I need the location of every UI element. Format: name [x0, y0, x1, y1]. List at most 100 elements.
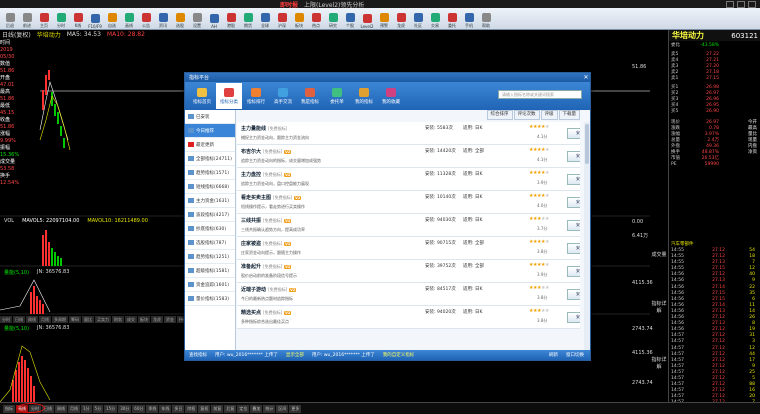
chart-tab[interactable]: 周线 [26, 316, 38, 323]
install-button[interactable]: 安装 [567, 220, 580, 231]
sort-button[interactable]: 下载量 [558, 110, 580, 120]
status-tab[interactable]: 复权 [198, 404, 211, 413]
indicator-item[interactable]: 近端子游动 [免费指标] V2 今日的最新热点题材追踪指标 安装: 84517次 适用: … [237, 283, 580, 306]
toolbar-button[interactable]: 沪深 [274, 9, 290, 29]
chart-tab[interactable]: 日线 [13, 316, 25, 323]
chart-tab[interactable]: 多周期 [52, 316, 68, 323]
category-item[interactable]: 已安装 [185, 110, 235, 124]
install-button[interactable]: 安装 [567, 243, 580, 254]
indicator-item[interactable]: 三线共振 [免费指标] V2 三线共振确认趋势方向，提高成功率 安装: 94030次 适用… [237, 214, 580, 237]
toolbar-button[interactable]: 设置 [189, 9, 205, 29]
install-button[interactable]: 安装 [567, 174, 580, 185]
toolbar-button[interactable]: 手机 [461, 9, 477, 29]
list-scrollbar[interactable] [584, 122, 590, 350]
status-tab[interactable]: 周线 [55, 404, 67, 413]
status-tab[interactable]: 定位 [237, 404, 250, 413]
nav-2[interactable]: 指标排行 [243, 83, 269, 109]
indicator-title[interactable]: 看走买卖主图 [241, 195, 271, 201]
toolbar-button[interactable]: 主页 [36, 9, 52, 29]
footer-custom[interactable]: 我的自定义指标 [383, 352, 415, 358]
indicator-title[interactable]: 布吉尔大 [241, 149, 261, 155]
category-item[interactable]: 短线指标(6668) [185, 180, 235, 194]
nav-7[interactable]: 我的收藏 [378, 83, 404, 109]
toolbar-button[interactable]: 资讯 [155, 9, 171, 29]
dialog-close-icon[interactable]: ✕ [582, 74, 590, 81]
nav-0[interactable]: 指标首页 [189, 83, 215, 109]
status-tab[interactable]: 叠加 [250, 404, 263, 413]
status-tab[interactable]: 季线 [146, 404, 159, 413]
indicator-search-input[interactable]: 请输入指标名称或关键词搜索 [498, 90, 582, 99]
indicator-item[interactable]: 看走买卖主图 [免费指标] V2 短线操作提示，看走势进行买卖操作 安装: 10140次… [237, 191, 580, 214]
status-tab[interactable]: 区间 [276, 404, 289, 413]
footer-switch[interactable]: 窗口切换 [566, 352, 584, 358]
category-item[interactable]: 全部指标(24711) [185, 152, 235, 166]
install-button[interactable]: 安装 [567, 151, 580, 162]
toolbar-button[interactable]: 分时 [53, 9, 69, 29]
category-item[interactable]: 选股指标(787) [185, 236, 235, 250]
status-tab[interactable]: 前复 [211, 404, 224, 413]
toolbar-button[interactable]: 预警 [376, 9, 392, 29]
chart-tab[interactable]: 成交 [125, 316, 137, 323]
status-tab[interactable]: 更多 [289, 404, 302, 413]
nav-5[interactable]: 委托单 [324, 83, 350, 109]
status-tab[interactable]: 后复 [224, 404, 237, 413]
indicator-title[interactable]: 三线共振 [241, 218, 261, 224]
chart-tab[interactable]: 量比 [82, 316, 94, 323]
toolbar-button[interactable]: AH [206, 9, 222, 29]
chart-tab[interactable]: 板块 [138, 316, 150, 323]
minimize-icon[interactable] [726, 0, 734, 8]
status-tab[interactable]: 月线 [68, 404, 80, 413]
toolbar-button[interactable]: Level2 [359, 9, 375, 29]
chart-tab[interactable]: 资金 [164, 316, 176, 323]
sort-button[interactable]: 综合排序 [486, 110, 513, 120]
toolbar-button[interactable]: 选股 [172, 9, 188, 29]
nav-3[interactable]: 高手交流 [270, 83, 296, 109]
status-tab[interactable]: 1分 [81, 404, 92, 413]
toolbar-button[interactable]: 港股 [223, 9, 239, 29]
indicator-title[interactable]: 庄家被盗 [241, 241, 261, 247]
category-item[interactable]: 量价指标(1583) [185, 292, 235, 306]
chart-tab[interactable]: 财务 [112, 316, 124, 323]
nav-6[interactable]: 我的指标 [351, 83, 377, 109]
chart-tab[interactable]: 月线 [39, 316, 51, 323]
toolbar-button[interactable]: 板块 [291, 9, 307, 29]
indicator-title[interactable]: 主力盘控 [241, 172, 261, 178]
nav-1[interactable]: 指标分类 [216, 83, 242, 109]
indicator-title[interactable]: 近端子游动 [241, 287, 266, 293]
toolbar-button[interactable]: 前进 [19, 9, 35, 29]
category-item[interactable]: 最近更新 [185, 138, 235, 152]
indicator-item[interactable]: 精选买点 [免费指标] V2 多种指标综合选出最佳买点 安装: 94020次 适用: 日K… [237, 306, 580, 329]
toolbar-button[interactable]: 社区 [410, 9, 426, 29]
toolbar-button[interactable]: 委托 [444, 9, 460, 29]
indicator-title[interactable]: 准备起升 [241, 264, 261, 270]
toolbar-button[interactable]: 公告 [138, 9, 154, 29]
install-button[interactable]: 安装 [567, 128, 580, 139]
status-tab[interactable]: 年线 [159, 404, 172, 413]
category-item[interactable]: 波段指标(4217) [185, 208, 235, 222]
toolbar-button[interactable]: 全球 [257, 9, 273, 29]
status-tab[interactable]: 30分 [118, 404, 132, 413]
indicator-item[interactable]: 主力盘控 [免费指标] V2 追踪主力资金动向，盘口控盘能力展现 安装: 11328次 适… [237, 168, 580, 191]
indicator-title[interactable]: 精选买点 [241, 310, 261, 316]
toolbar-button[interactable]: 自选 [104, 9, 120, 29]
chart-tab[interactable]: 龙虎 [151, 316, 163, 323]
status-tab[interactable]: 指标 [3, 404, 15, 413]
category-item[interactable]: 趋势指标(1251) [185, 250, 235, 264]
status-tab[interactable]: 5分 [92, 404, 104, 413]
toolbar-button[interactable]: 龙虎 [393, 9, 409, 29]
install-button[interactable]: 安装 [567, 197, 580, 208]
side-label[interactable]: 指标详解 [650, 356, 668, 370]
category-item[interactable]: 趋势指标(1571) [185, 166, 235, 180]
toolbar-button[interactable]: 画线 [121, 9, 137, 29]
status-tab[interactable]: 除权 [185, 404, 198, 413]
side-label[interactable]: 成交量 [650, 251, 668, 258]
category-item[interactable]: 抄底指标(630) [185, 222, 235, 236]
indicator-item[interactable]: 布吉尔大 [免费指标] V2 追踪主力资金动向的指标，成交量增加成强势 安装: 1442… [237, 145, 580, 168]
status-tab[interactable]: 多日 [172, 404, 185, 413]
toolbar-button[interactable]: 研究 [325, 9, 341, 29]
toolbar-button[interactable]: K线 [70, 9, 86, 29]
nav-4[interactable]: 我是指标 [297, 83, 323, 109]
toolbar-button[interactable]: 后退 [2, 9, 18, 29]
chart-tab[interactable]: 筹码 [69, 316, 81, 323]
category-item[interactable]: 主力资金(1631) [185, 194, 235, 208]
